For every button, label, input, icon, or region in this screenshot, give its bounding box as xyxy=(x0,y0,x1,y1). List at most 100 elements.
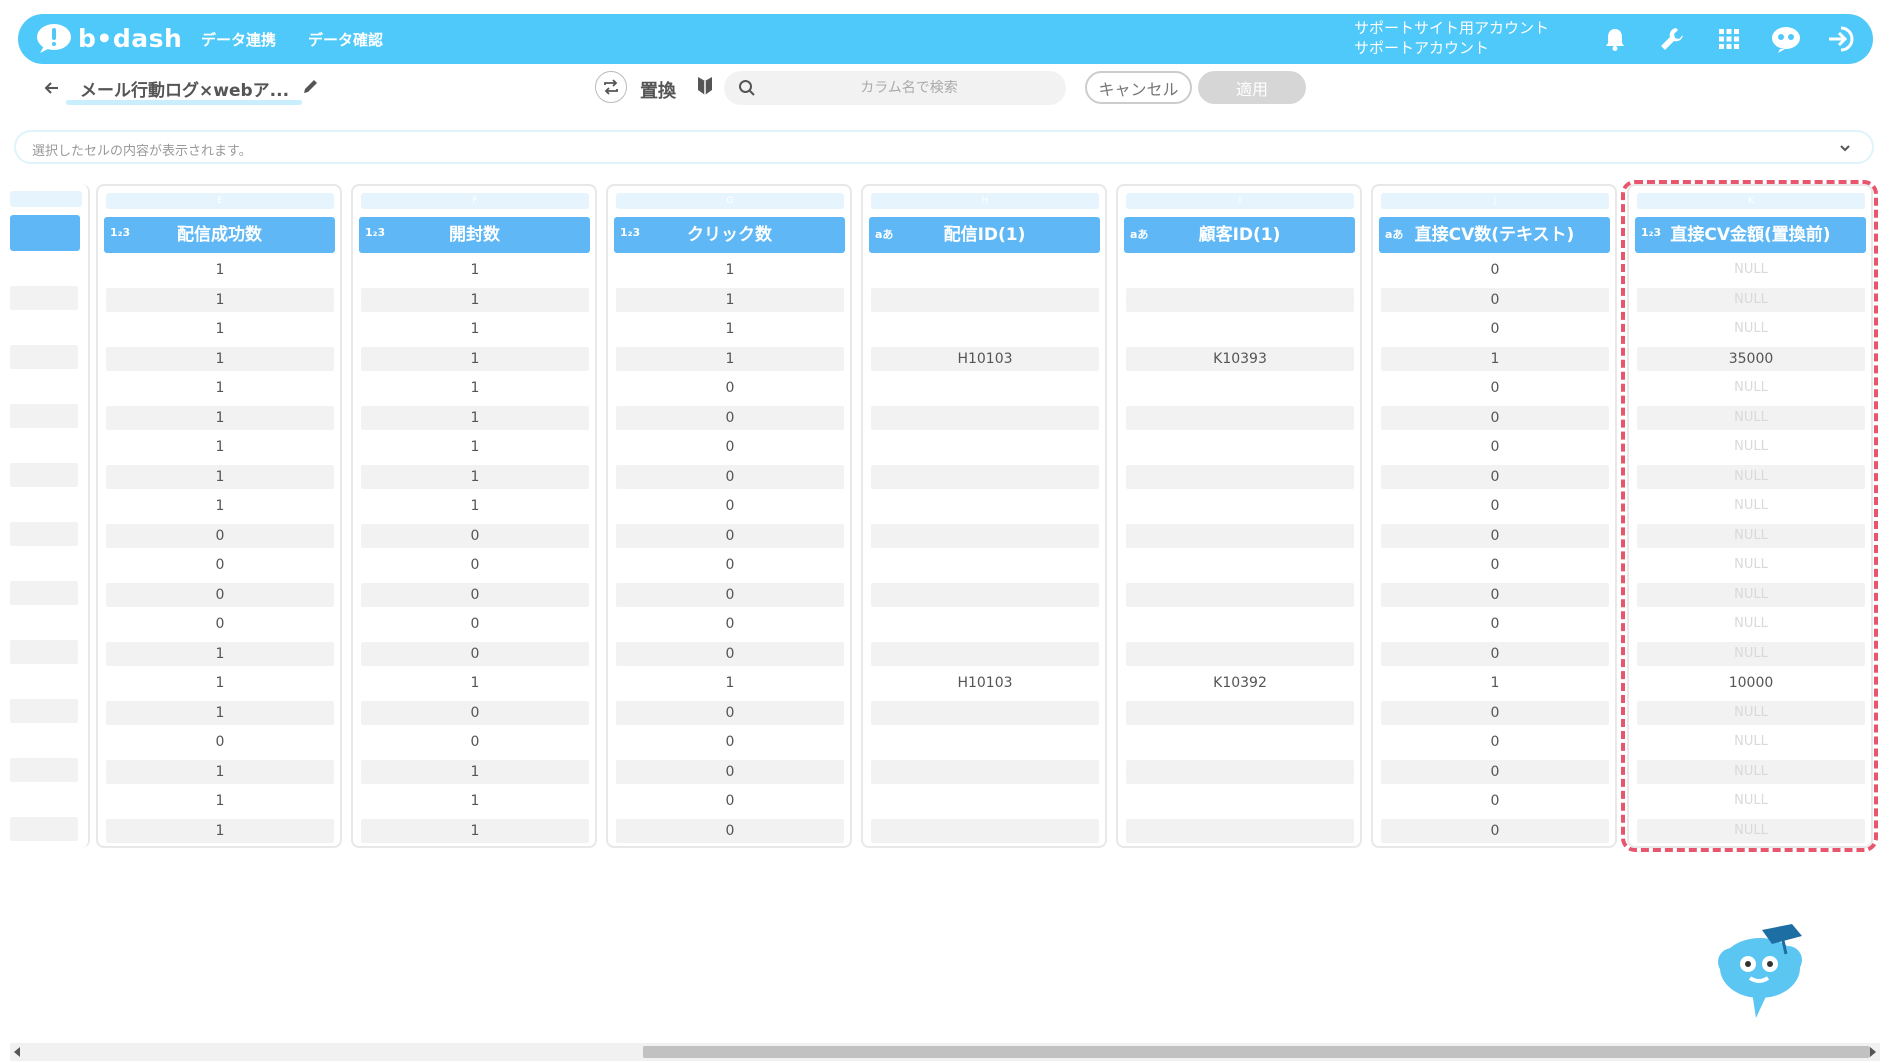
table-cell[interactable]: 1 xyxy=(106,287,334,312)
table-cell[interactable] xyxy=(10,728,78,752)
table-cell[interactable]: 0 xyxy=(1381,700,1609,725)
table-cell[interactable]: NULL xyxy=(1637,405,1865,430)
table-cell[interactable]: 0 xyxy=(1381,376,1609,400)
table-cell[interactable]: 0 xyxy=(616,818,844,843)
table-cell[interactable]: 0 xyxy=(361,700,589,725)
table-cell[interactable] xyxy=(1126,287,1354,312)
table-cell[interactable] xyxy=(871,435,1099,459)
table-cell[interactable] xyxy=(10,551,78,575)
table-cell[interactable] xyxy=(1126,464,1354,489)
nav-data-integration[interactable]: データ連携 xyxy=(201,29,276,50)
chevron-down-icon[interactable] xyxy=(1838,140,1852,159)
table-cell[interactable]: NULL xyxy=(1637,494,1865,518)
table-cell[interactable]: 0 xyxy=(1381,494,1609,518)
table-cell[interactable] xyxy=(871,287,1099,312)
scroll-left-arrow-icon[interactable] xyxy=(14,1047,20,1057)
table-cell[interactable]: 1 xyxy=(106,258,334,282)
table-cell[interactable]: NULL xyxy=(1637,789,1865,813)
table-cell[interactable]: NULL xyxy=(1637,818,1865,843)
table-cell[interactable]: 1 xyxy=(106,641,334,666)
table-cell[interactable]: 1 xyxy=(361,317,589,341)
column-header[interactable] xyxy=(10,215,80,251)
table-cell[interactable]: NULL xyxy=(1637,258,1865,282)
table-cell[interactable] xyxy=(1126,523,1354,548)
table-cell[interactable] xyxy=(10,492,78,516)
table-cell[interactable] xyxy=(871,464,1099,489)
table-cell[interactable]: 1 xyxy=(616,346,844,371)
table-cell[interactable]: 0 xyxy=(616,405,844,430)
table-cell[interactable] xyxy=(10,757,78,782)
cancel-button[interactable]: キャンセル xyxy=(1085,71,1192,104)
table-cell[interactable]: NULL xyxy=(1637,641,1865,666)
table-cell[interactable]: 0 xyxy=(361,553,589,577)
table-cell[interactable]: 0 xyxy=(1381,553,1609,577)
table-cell[interactable]: 1 xyxy=(361,287,589,312)
table-cell[interactable]: NULL xyxy=(1637,759,1865,784)
column-header[interactable]: 1₂3 開封数 xyxy=(359,217,590,253)
column-search-input[interactable] xyxy=(764,71,1054,105)
table-cell[interactable]: 0 xyxy=(1381,435,1609,459)
table-cell[interactable] xyxy=(10,256,78,280)
table-cell[interactable]: K10392 xyxy=(1126,671,1354,695)
table-cell[interactable]: 0 xyxy=(616,612,844,636)
replace-icon[interactable] xyxy=(595,71,627,103)
table-cell[interactable]: 1 xyxy=(106,376,334,400)
table-cell[interactable]: 0 xyxy=(1381,317,1609,341)
table-cell[interactable]: 1 xyxy=(1381,671,1609,695)
table-cell[interactable]: 0 xyxy=(106,553,334,577)
table-cell[interactable]: NULL xyxy=(1637,376,1865,400)
table-cell[interactable]: 0 xyxy=(616,789,844,813)
table-cell[interactable]: 1 xyxy=(361,494,589,518)
table-cell[interactable]: 0 xyxy=(106,612,334,636)
table-cell[interactable] xyxy=(10,521,78,546)
column-header[interactable]: 1₂3 クリック数 xyxy=(614,217,845,253)
table-cell[interactable] xyxy=(871,523,1099,548)
table-cell[interactable] xyxy=(1126,730,1354,754)
table-cell[interactable]: 0 xyxy=(1381,759,1609,784)
table-cell[interactable]: 1 xyxy=(361,818,589,843)
table-cell[interactable] xyxy=(10,462,78,487)
bell-icon[interactable] xyxy=(1586,22,1643,56)
mascot-icon[interactable] xyxy=(1757,22,1814,56)
table-cell[interactable] xyxy=(10,787,78,811)
table-cell[interactable] xyxy=(10,580,78,605)
table-cell[interactable] xyxy=(1126,818,1354,843)
table-cell[interactable] xyxy=(1126,494,1354,518)
table-cell[interactable]: 1 xyxy=(616,671,844,695)
table-cell[interactable]: 0 xyxy=(1381,612,1609,636)
table-cell[interactable] xyxy=(10,315,78,339)
table-cell[interactable] xyxy=(10,433,78,457)
bdash-logo[interactable]: b•dash xyxy=(34,22,182,54)
table-cell[interactable]: 10000 xyxy=(1637,671,1865,695)
table-cell[interactable] xyxy=(871,818,1099,843)
table-cell[interactable] xyxy=(1126,317,1354,341)
cell-preview-bar[interactable]: 選択したセルの内容が表示されます。 xyxy=(14,130,1874,164)
pencil-icon[interactable] xyxy=(302,77,320,99)
table-cell[interactable] xyxy=(1126,582,1354,607)
table-cell[interactable]: NULL xyxy=(1637,435,1865,459)
table-cell[interactable] xyxy=(1126,612,1354,636)
table-cell[interactable]: 0 xyxy=(106,730,334,754)
table-cell[interactable]: 0 xyxy=(616,464,844,489)
table-cell[interactable]: 1 xyxy=(361,671,589,695)
scroll-right-arrow-icon[interactable] xyxy=(1870,1047,1876,1057)
table-cell[interactable] xyxy=(10,403,78,428)
table-cell[interactable]: 1 xyxy=(361,258,589,282)
table-cell[interactable]: H10103 xyxy=(871,671,1099,695)
table-cell[interactable]: 0 xyxy=(361,523,589,548)
table-cell[interactable]: 0 xyxy=(1381,405,1609,430)
table-cell[interactable] xyxy=(1126,435,1354,459)
table-cell[interactable]: NULL xyxy=(1637,317,1865,341)
table-cell[interactable] xyxy=(10,344,78,369)
beginner-mark-icon[interactable] xyxy=(696,75,714,101)
table-cell[interactable]: 1 xyxy=(1381,346,1609,371)
table-cell[interactable]: 1 xyxy=(106,346,334,371)
table-cell[interactable]: NULL xyxy=(1637,582,1865,607)
column-header[interactable]: aあ 配信ID(1) xyxy=(869,217,1100,253)
table-cell[interactable]: 0 xyxy=(616,700,844,725)
table-cell[interactable] xyxy=(871,405,1099,430)
table-cell[interactable]: K10393 xyxy=(1126,346,1354,371)
table-cell[interactable]: NULL xyxy=(1637,700,1865,725)
table-cell[interactable]: H10103 xyxy=(871,346,1099,371)
table-cell[interactable]: 1 xyxy=(106,435,334,459)
